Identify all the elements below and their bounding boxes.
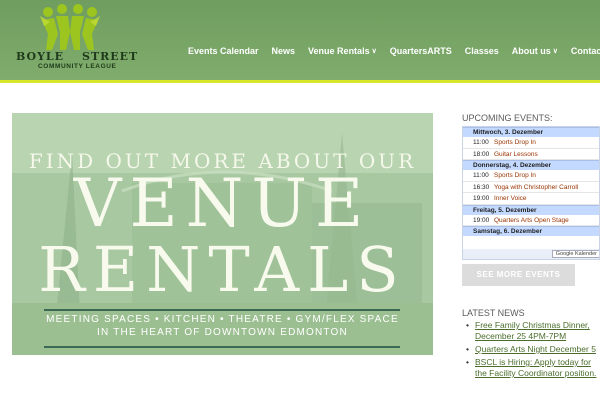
latest-news-list: Free Family Christmas Dinner, December 2… (464, 320, 600, 381)
nav-venue-rentals[interactable]: Venue Rentals ∨ (308, 46, 377, 56)
venue-rentals-banner[interactable]: FIND OUT MORE ABOUT OUR VENUE RENTALS ME… (12, 113, 433, 355)
upcoming-events-heading: UPCOMING EVENTS: (462, 113, 553, 123)
logo-word-boyle: BOYLE (16, 50, 65, 63)
main-nav: Events Calendar News Venue Rentals ∨ Quar… (188, 46, 600, 56)
event-time: 16:30 (473, 183, 490, 191)
logo-word-street: STREET (82, 50, 139, 63)
event-title: Quarters Arts Open Stage (494, 216, 569, 224)
calendar-day-header: Mittwoch, 3. Dezember (463, 127, 599, 137)
list-item: Free Family Christmas Dinner, December 2… (464, 320, 600, 342)
calendar-day-header: Samstag, 6. Dezember (463, 226, 599, 236)
list-item: BSCL is Hiring: Apply today for the Faci… (464, 357, 600, 379)
news-link[interactable]: Free Family Christmas Dinner, December 2… (475, 320, 590, 341)
nav-about-us[interactable]: About us ∨ (512, 46, 558, 56)
event-time: 19:00 (473, 216, 490, 224)
google-calendar-embed: Mittwoch, 3. Dezember 11:00 Sports Drop I… (462, 126, 600, 260)
event-time: 18:00 (473, 150, 490, 158)
event-title: Inner Voice (494, 195, 527, 202)
event-time: 11:00 (473, 172, 489, 179)
nav-label: Venue Rentals (308, 46, 370, 56)
calendar-event[interactable]: 19:00 Inner Voice (463, 193, 599, 205)
banner-divider (44, 346, 400, 348)
list-item: Quarters Arts Night December 5 (464, 344, 600, 355)
event-title: Guitar Lessons (494, 150, 538, 158)
calendar-day-header: Freitag, 5. Dezember (463, 204, 599, 215)
calendar-event[interactable]: 16:30 Yoga with Christopher Carroll (463, 182, 599, 193)
calendar-footer: Google Kalender (463, 249, 599, 259)
news-link[interactable]: BSCL is Hiring: Apply today for the Faci… (475, 357, 596, 378)
nav-contact[interactable]: Contact (571, 46, 600, 56)
calendar-event[interactable]: 11:00 Sports Drop In (463, 137, 599, 149)
chevron-down-icon: ∨ (371, 48, 377, 55)
nav-label: Classes (464, 46, 499, 56)
community-figures-logo-icon (40, 4, 100, 50)
chevron-down-icon: ∨ (552, 48, 558, 55)
calendar-event[interactable]: 19:00 Quarters Arts Open Stage (463, 215, 599, 226)
event-title: Yoga with Christopher Carroll (494, 183, 579, 191)
logo-tagline: COMMUNITY LEAGUE (38, 63, 117, 70)
nav-label: News (271, 46, 296, 56)
event-title: Sports Drop In (494, 172, 536, 179)
event-title: Sports Drop In (494, 139, 536, 146)
nav-quartersarts[interactable]: QuartersARTS (390, 46, 452, 56)
see-more-events-button[interactable]: SEE MORE EVENTS (462, 264, 575, 286)
event-time: 19:00 (473, 195, 490, 202)
nav-label: QuartersARTS (389, 46, 452, 56)
site-logo[interactable]: BOYLE STREET COMMUNITY LEAGUE (14, 4, 138, 72)
banner-divider (44, 309, 400, 311)
news-link[interactable]: Quarters Arts Night December 5 (475, 344, 596, 354)
latest-news-heading: LATEST NEWS (462, 308, 525, 318)
nav-label: Events Calendar (188, 46, 259, 56)
google-calendar-badge[interactable]: Google Kalender (551, 250, 599, 258)
event-time: 11:00 (473, 139, 489, 146)
calendar-day-header: Donnerstag, 4. Dezember (463, 160, 599, 170)
banner-heading-rentals: RENTALS (38, 233, 407, 306)
nav-classes[interactable]: Classes (465, 46, 499, 56)
site-header: BOYLE STREET COMMUNITY LEAGUE Events Cal… (0, 0, 600, 80)
nav-label: Contact (570, 46, 600, 56)
banner-location: IN THE HEART OF DOWNTOWN EDMONTON (97, 327, 348, 338)
nav-label: About us (511, 46, 551, 56)
header-accent-line (0, 80, 600, 83)
calendar-event[interactable]: 11:00 Sports Drop In (463, 170, 599, 182)
calendar-event[interactable]: 18:00 Guitar Lessons (463, 149, 599, 160)
nav-news[interactable]: News (272, 46, 296, 56)
banner-heading-venue: VENUE (73, 165, 372, 242)
nav-events-calendar[interactable]: Events Calendar (188, 46, 259, 56)
banner-amenities: MEETING SPACES • KITCHEN • THEATRE • GYM… (46, 314, 399, 325)
